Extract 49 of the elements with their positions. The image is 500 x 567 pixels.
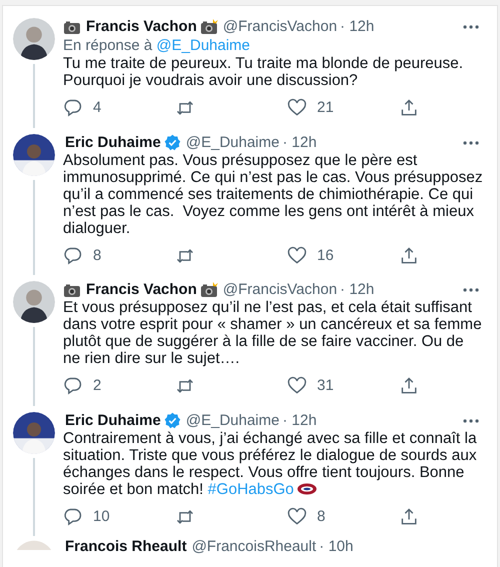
reply-context: En réponse à — [63, 37, 152, 54]
timestamp[interactable]: · 12h — [282, 134, 317, 152]
avatar — [13, 18, 55, 60]
author-name[interactable]: Francis Vachon — [86, 18, 197, 36]
author-name[interactable]: Francis Vachon — [86, 281, 197, 299]
like-icon — [287, 376, 307, 396]
author-handle[interactable]: @FrancisVachon — [222, 18, 338, 36]
author-name[interactable]: Francois Rheault — [65, 538, 187, 556]
reply-count: 8 — [93, 246, 102, 266]
author-handle[interactable]: @E_Duhaime — [186, 412, 280, 430]
more-options-icon — [463, 25, 479, 29]
like-icon — [287, 98, 307, 118]
avatar — [13, 134, 55, 176]
reply-icon — [63, 98, 83, 118]
author-name[interactable]: Eric Duhaime — [65, 412, 161, 430]
like-icon — [287, 246, 307, 266]
timestamp[interactable]: · 10h — [319, 538, 354, 556]
timestamp[interactable]: · 12h — [340, 18, 374, 36]
share-icon — [399, 376, 419, 396]
author-handle[interactable]: @FrancisVachon — [222, 281, 338, 299]
reply-icon — [63, 506, 83, 527]
like-count: 21 — [317, 98, 334, 118]
timestamp[interactable]: · 12h — [340, 281, 374, 299]
share-icon — [399, 506, 419, 527]
tweet-text: Contrairement à vous, j’ai échangé avec sa fille et connaît la situation. Triste que vous préférez le dialogue de sourds aux échanges dans le respect. Vous offre tient toujours. Bonne soirée et bon match! #GoHabsGo — [63, 430, 478, 498]
more-options-icon — [463, 288, 479, 292]
thread-line — [33, 64, 35, 128]
share-icon — [399, 98, 419, 118]
avatar — [13, 412, 55, 454]
like-icon — [287, 506, 307, 527]
reply-count: 10 — [93, 506, 110, 526]
reply-icon — [63, 246, 83, 266]
author-name[interactable]: Eric Duhaime — [65, 134, 161, 152]
like-count: 16 — [317, 246, 334, 266]
reply-count: 4 — [93, 98, 102, 118]
more-options-icon — [463, 418, 479, 422]
like-count: 8 — [317, 506, 326, 526]
reply-icon — [63, 376, 83, 396]
author-handle[interactable]: @E_Duhaime — [186, 134, 280, 152]
timestamp[interactable]: · 12h — [282, 412, 317, 430]
tweet-text: Tu me traite de peureux. Tu traite ma blonde de peureuse. Pourquoi je voudrais avoir une discussion? — [63, 55, 464, 89]
reply-count: 2 — [93, 376, 102, 396]
tweet-text: Et vous présupposez qu’il ne l’est pas, et cela était suffisant dans votre esprit pour « shamer » un cancéreux et sa femme plutôt que de suggérer à la fille de se faire vacciner. Ou de ne rien dire sur le sujet…. — [63, 299, 483, 367]
avatar — [13, 281, 55, 323]
like-count: 31 — [317, 376, 334, 396]
share-icon — [399, 246, 419, 266]
more-options-icon — [463, 140, 479, 144]
author-handle[interactable]: @FrancoisRheault — [192, 538, 316, 556]
tweet-text: Absolument pas. Vous présupposez que le père est immunosupprimé. Ce qui n’est pas le cas. Vous présupposez qu’il a commencé ses traitements de chimiothérapie. Ce qui n’est pas le cas. Voyez comme les gens ont intérêt à mieux dialoguer. — [63, 152, 483, 236]
